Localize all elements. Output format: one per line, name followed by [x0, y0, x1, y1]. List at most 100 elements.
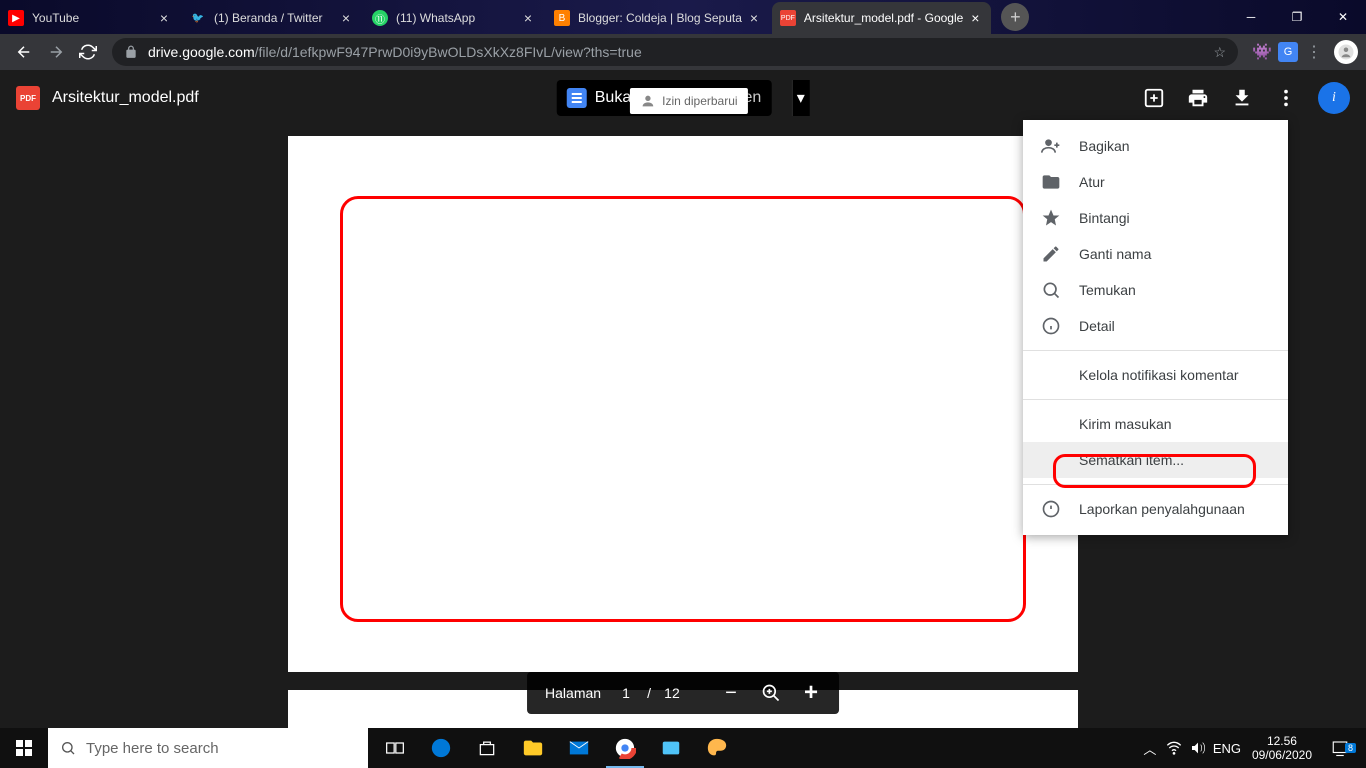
star-icon[interactable]: ☆ [1213, 44, 1226, 61]
star-icon [1039, 208, 1063, 228]
volume-icon[interactable] [1186, 740, 1210, 756]
browser-titlebar: ▶ YouTube × 🐦 (1) Beranda / Twitter × ⑪ … [0, 0, 1366, 34]
tab-title: (11) WhatsApp [396, 11, 516, 25]
store-icon[interactable] [464, 728, 510, 768]
lock-icon [124, 45, 138, 59]
tab-blogger[interactable]: B Blogger: Coldeja | Blog Seputa × [546, 2, 770, 34]
blogger-icon: B [554, 10, 570, 26]
download-icon[interactable] [1230, 86, 1254, 110]
notification-count: 8 [1345, 743, 1356, 753]
profile-avatar[interactable] [1334, 40, 1358, 64]
print-icon[interactable] [1186, 86, 1210, 110]
url-input[interactable]: drive.google.com/file/d/1efkpwF947PrwD0i… [112, 38, 1238, 66]
taskbar-apps [372, 728, 740, 768]
close-icon[interactable]: × [338, 10, 354, 26]
translate-icon[interactable]: G [1278, 42, 1298, 62]
fullscreen-button[interactable]: + [791, 673, 831, 713]
menu-item-report[interactable]: Laporkan penyalahgunaan [1023, 491, 1288, 527]
menu-item-embed[interactable]: Sematkan item... [1023, 442, 1288, 478]
close-icon[interactable]: × [156, 10, 172, 26]
reload-button[interactable] [72, 36, 104, 68]
tab-drive-pdf[interactable]: PDF Arsitektur_model.pdf - Google × [772, 2, 991, 34]
tab-title: Blogger: Coldeja | Blog Seputa [578, 11, 742, 25]
close-icon[interactable]: × [520, 10, 536, 26]
twitter-icon: 🐦 [190, 10, 206, 26]
menu-item-share[interactable]: Bagikan [1023, 128, 1288, 164]
taskbar-search-input[interactable]: Type here to search [48, 728, 368, 768]
menu-label: Bintangi [1079, 210, 1130, 226]
tray-chevron-icon[interactable]: ︿ [1138, 739, 1162, 758]
more-options-icon[interactable] [1274, 86, 1298, 110]
menu-divider [1023, 350, 1288, 351]
menu-dots-icon[interactable]: ⋮ [1300, 38, 1328, 66]
menu-label: Atur [1079, 174, 1105, 190]
zoom-in-button[interactable] [751, 673, 791, 713]
edge-icon[interactable] [418, 728, 464, 768]
minimize-button[interactable]: ─ [1228, 0, 1274, 34]
tab-title: Arsitektur_model.pdf - Google [804, 11, 963, 25]
menu-item-notifications[interactable]: Kelola notifikasi komentar [1023, 357, 1288, 393]
clock[interactable]: 12.56 09/06/2020 [1244, 734, 1320, 763]
tab-twitter[interactable]: 🐦 (1) Beranda / Twitter × [182, 2, 362, 34]
add-to-drive-icon[interactable] [1142, 86, 1166, 110]
close-window-button[interactable]: ✕ [1320, 0, 1366, 34]
rename-icon [1039, 244, 1063, 264]
task-view-icon[interactable] [372, 728, 418, 768]
menu-item-organize[interactable]: Atur [1023, 164, 1288, 200]
menu-label: Temukan [1079, 282, 1136, 298]
app-icon[interactable] [648, 728, 694, 768]
share-icon [1039, 136, 1063, 156]
page-total: 12 [657, 685, 687, 701]
close-icon[interactable]: × [746, 10, 762, 26]
menu-item-feedback[interactable]: Kirim masukan [1023, 406, 1288, 442]
chrome-icon[interactable] [602, 728, 648, 768]
start-button[interactable] [0, 728, 48, 768]
address-bar: drive.google.com/file/d/1efkpwF947PrwD0i… [0, 34, 1366, 70]
locate-icon [1039, 280, 1063, 300]
menu-item-details[interactable]: Detail [1023, 308, 1288, 344]
menu-label: Laporkan penyalahgunaan [1079, 501, 1245, 517]
language-indicator[interactable]: ENG [1210, 741, 1244, 756]
forward-button[interactable] [40, 36, 72, 68]
menu-item-locate[interactable]: Temukan [1023, 272, 1288, 308]
drive-viewer-header: PDF Arsitektur_model.pdf Buka d nen ▾ Iz… [0, 70, 1366, 126]
paint-icon[interactable] [694, 728, 740, 768]
person-icon [640, 93, 656, 109]
whatsapp-icon: ⑪ [372, 10, 388, 26]
menu-label: Bagikan [1079, 138, 1130, 154]
windows-taskbar: Type here to search ︿ ENG 12.56 09/06/20… [0, 728, 1366, 768]
clock-time: 12.56 [1252, 734, 1312, 748]
explorer-icon[interactable] [510, 728, 556, 768]
menu-divider [1023, 484, 1288, 485]
menu-label: Sematkan item... [1079, 452, 1184, 468]
maximize-button[interactable]: ❐ [1274, 0, 1320, 34]
window-controls: ─ ❐ ✕ [1228, 0, 1366, 34]
menu-label: Ganti nama [1079, 246, 1151, 262]
google-docs-icon [567, 88, 587, 108]
tab-youtube[interactable]: ▶ YouTube × [0, 2, 180, 34]
close-icon[interactable]: × [967, 10, 983, 26]
page-current[interactable]: 1 [611, 685, 641, 701]
pdf-badge-icon: PDF [16, 86, 40, 110]
page-separator: / [647, 685, 651, 701]
menu-divider [1023, 399, 1288, 400]
new-tab-button[interactable]: + [1001, 3, 1029, 31]
tab-strip: ▶ YouTube × 🐦 (1) Beranda / Twitter × ⑪ … [0, 0, 1228, 34]
info-icon [1039, 316, 1063, 336]
back-button[interactable] [8, 36, 40, 68]
folder-icon [1039, 172, 1063, 192]
menu-label: Detail [1079, 318, 1115, 334]
account-avatar[interactable]: i [1318, 82, 1350, 114]
mail-icon[interactable] [556, 728, 602, 768]
tab-whatsapp[interactable]: ⑪ (11) WhatsApp × [364, 2, 544, 34]
chevron-down-icon[interactable]: ▾ [791, 80, 809, 116]
menu-item-rename[interactable]: Ganti nama [1023, 236, 1288, 272]
menu-item-star[interactable]: Bintangi [1023, 200, 1288, 236]
url-text: drive.google.com/file/d/1efkpwF947PrwD0i… [148, 44, 1213, 60]
zoom-out-button[interactable]: − [711, 673, 751, 713]
extension-icon[interactable]: 👾 [1248, 38, 1276, 66]
notifications-icon[interactable]: 8 [1320, 739, 1360, 757]
document-filename: Arsitektur_model.pdf [52, 89, 199, 107]
wifi-icon[interactable] [1162, 740, 1186, 756]
youtube-icon: ▶ [8, 10, 24, 26]
